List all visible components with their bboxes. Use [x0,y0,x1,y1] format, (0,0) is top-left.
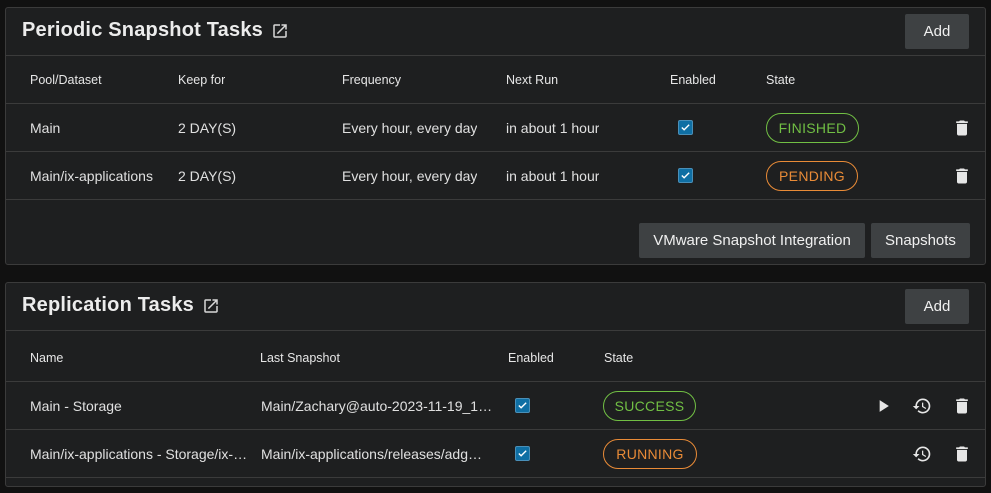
delete-icon [956,446,968,462]
col-enabled: Enabled [670,72,716,87]
last-snapshot-cell: Main/Zachary@auto-2023-11-19_1… [261,397,493,414]
checkbox-checked-icon [518,402,527,409]
name-cell: Main - Storage [30,397,122,414]
table-row[interactable]: Main/ix-applications 2 DAY(S) Every hour… [6,152,985,200]
open-in-new-icon[interactable] [202,297,220,315]
periodic-snapshot-title-text: Periodic Snapshot Tasks [22,19,263,41]
status-badge[interactable]: SUCCESS [603,390,696,421]
col-next-run: Next Run [506,72,559,87]
next-run-cell: in about 1 hour [506,167,600,184]
next-run-cell: in about 1 hour [506,119,600,136]
run-now-button[interactable] [871,394,895,418]
replication-tasks-card: Replication Tasks Add Name Last Snapshot… [5,282,986,487]
state-cell: SUCCESS [603,382,696,429]
col-state: State [766,72,796,87]
col-keep-for: Keep for [178,72,226,87]
restore-icon [912,398,931,414]
checkbox-checked-icon [518,450,527,457]
add-snapshot-task-button[interactable]: Add [905,14,969,49]
col-frequency: Frequency [342,72,402,87]
status-badge[interactable]: RUNNING [603,438,697,469]
checkbox-checked-icon [681,124,690,131]
play-icon [879,400,889,412]
keep-for-cell: 2 DAY(S) [178,167,237,184]
col-state: State [604,350,634,365]
name-cell: Main/ix-applications - Storage/ix-… [30,445,248,462]
enabled-checkbox[interactable] [678,120,693,135]
delete-button[interactable] [950,442,974,466]
state-cell: FINISHED [766,104,859,151]
open-in-new-icon[interactable] [271,22,289,40]
col-pool-dataset: Pool/Dataset [30,72,102,87]
last-snapshot-cell: Main/ix-applications/releases/adg… [261,445,482,462]
delete-icon [956,168,968,184]
restore-button[interactable] [910,394,934,418]
enabled-checkbox[interactable] [678,168,693,183]
table-row[interactable]: Main 2 DAY(S) Every hour, every day in a… [6,104,985,152]
periodic-snapshot-card: Periodic Snapshot Tasks Add Pool/Dataset… [5,7,986,265]
checkbox-checked-icon [681,172,690,179]
state-cell: PENDING [766,152,858,199]
delete-button[interactable] [950,394,974,418]
delete-icon [956,398,968,414]
frequency-cell: Every hour, every day [342,119,478,136]
restore-button[interactable] [910,442,934,466]
periodic-snapshot-title[interactable]: Periodic Snapshot Tasks [22,19,289,42]
restore-icon [912,446,931,462]
dataset-cell: Main [30,119,61,136]
enabled-checkbox[interactable] [515,446,530,461]
add-replication-task-button[interactable]: Add [905,289,969,324]
col-name: Name [30,350,64,365]
replication-tasks-header: Replication Tasks Add [6,283,985,331]
col-enabled: Enabled [508,350,554,365]
enabled-cell [678,152,693,199]
delete-button[interactable] [950,116,974,140]
enabled-cell [515,430,530,477]
table-row[interactable]: Main/ix-applications - Storage/ix-… Main… [6,430,985,478]
delete-button[interactable] [950,164,974,188]
enabled-cell [515,382,530,429]
keep-for-cell: 2 DAY(S) [178,119,237,136]
status-badge[interactable]: FINISHED [766,112,859,143]
replication-tasks-title-text: Replication Tasks [22,294,194,316]
vmware-snapshot-integration-button[interactable]: VMware Snapshot Integration [639,223,865,258]
snapshots-button[interactable]: Snapshots [871,223,970,258]
table-row[interactable]: Main - Storage Main/Zachary@auto-2023-11… [6,382,985,430]
periodic-snapshot-header: Periodic Snapshot Tasks Add [6,8,985,56]
replication-tasks-title[interactable]: Replication Tasks [22,294,220,317]
replication-table-header: Name Last Snapshot Enabled State [6,334,985,382]
enabled-checkbox[interactable] [515,398,530,413]
col-last-snapshot: Last Snapshot [260,350,340,365]
state-cell: RUNNING [603,430,697,477]
status-badge[interactable]: PENDING [766,160,858,191]
delete-icon [956,120,968,136]
snapshot-table-header: Pool/Dataset Keep for Frequency Next Run… [6,56,985,104]
dataset-cell: Main/ix-applications [30,167,153,184]
frequency-cell: Every hour, every day [342,167,478,184]
enabled-cell [678,104,693,151]
